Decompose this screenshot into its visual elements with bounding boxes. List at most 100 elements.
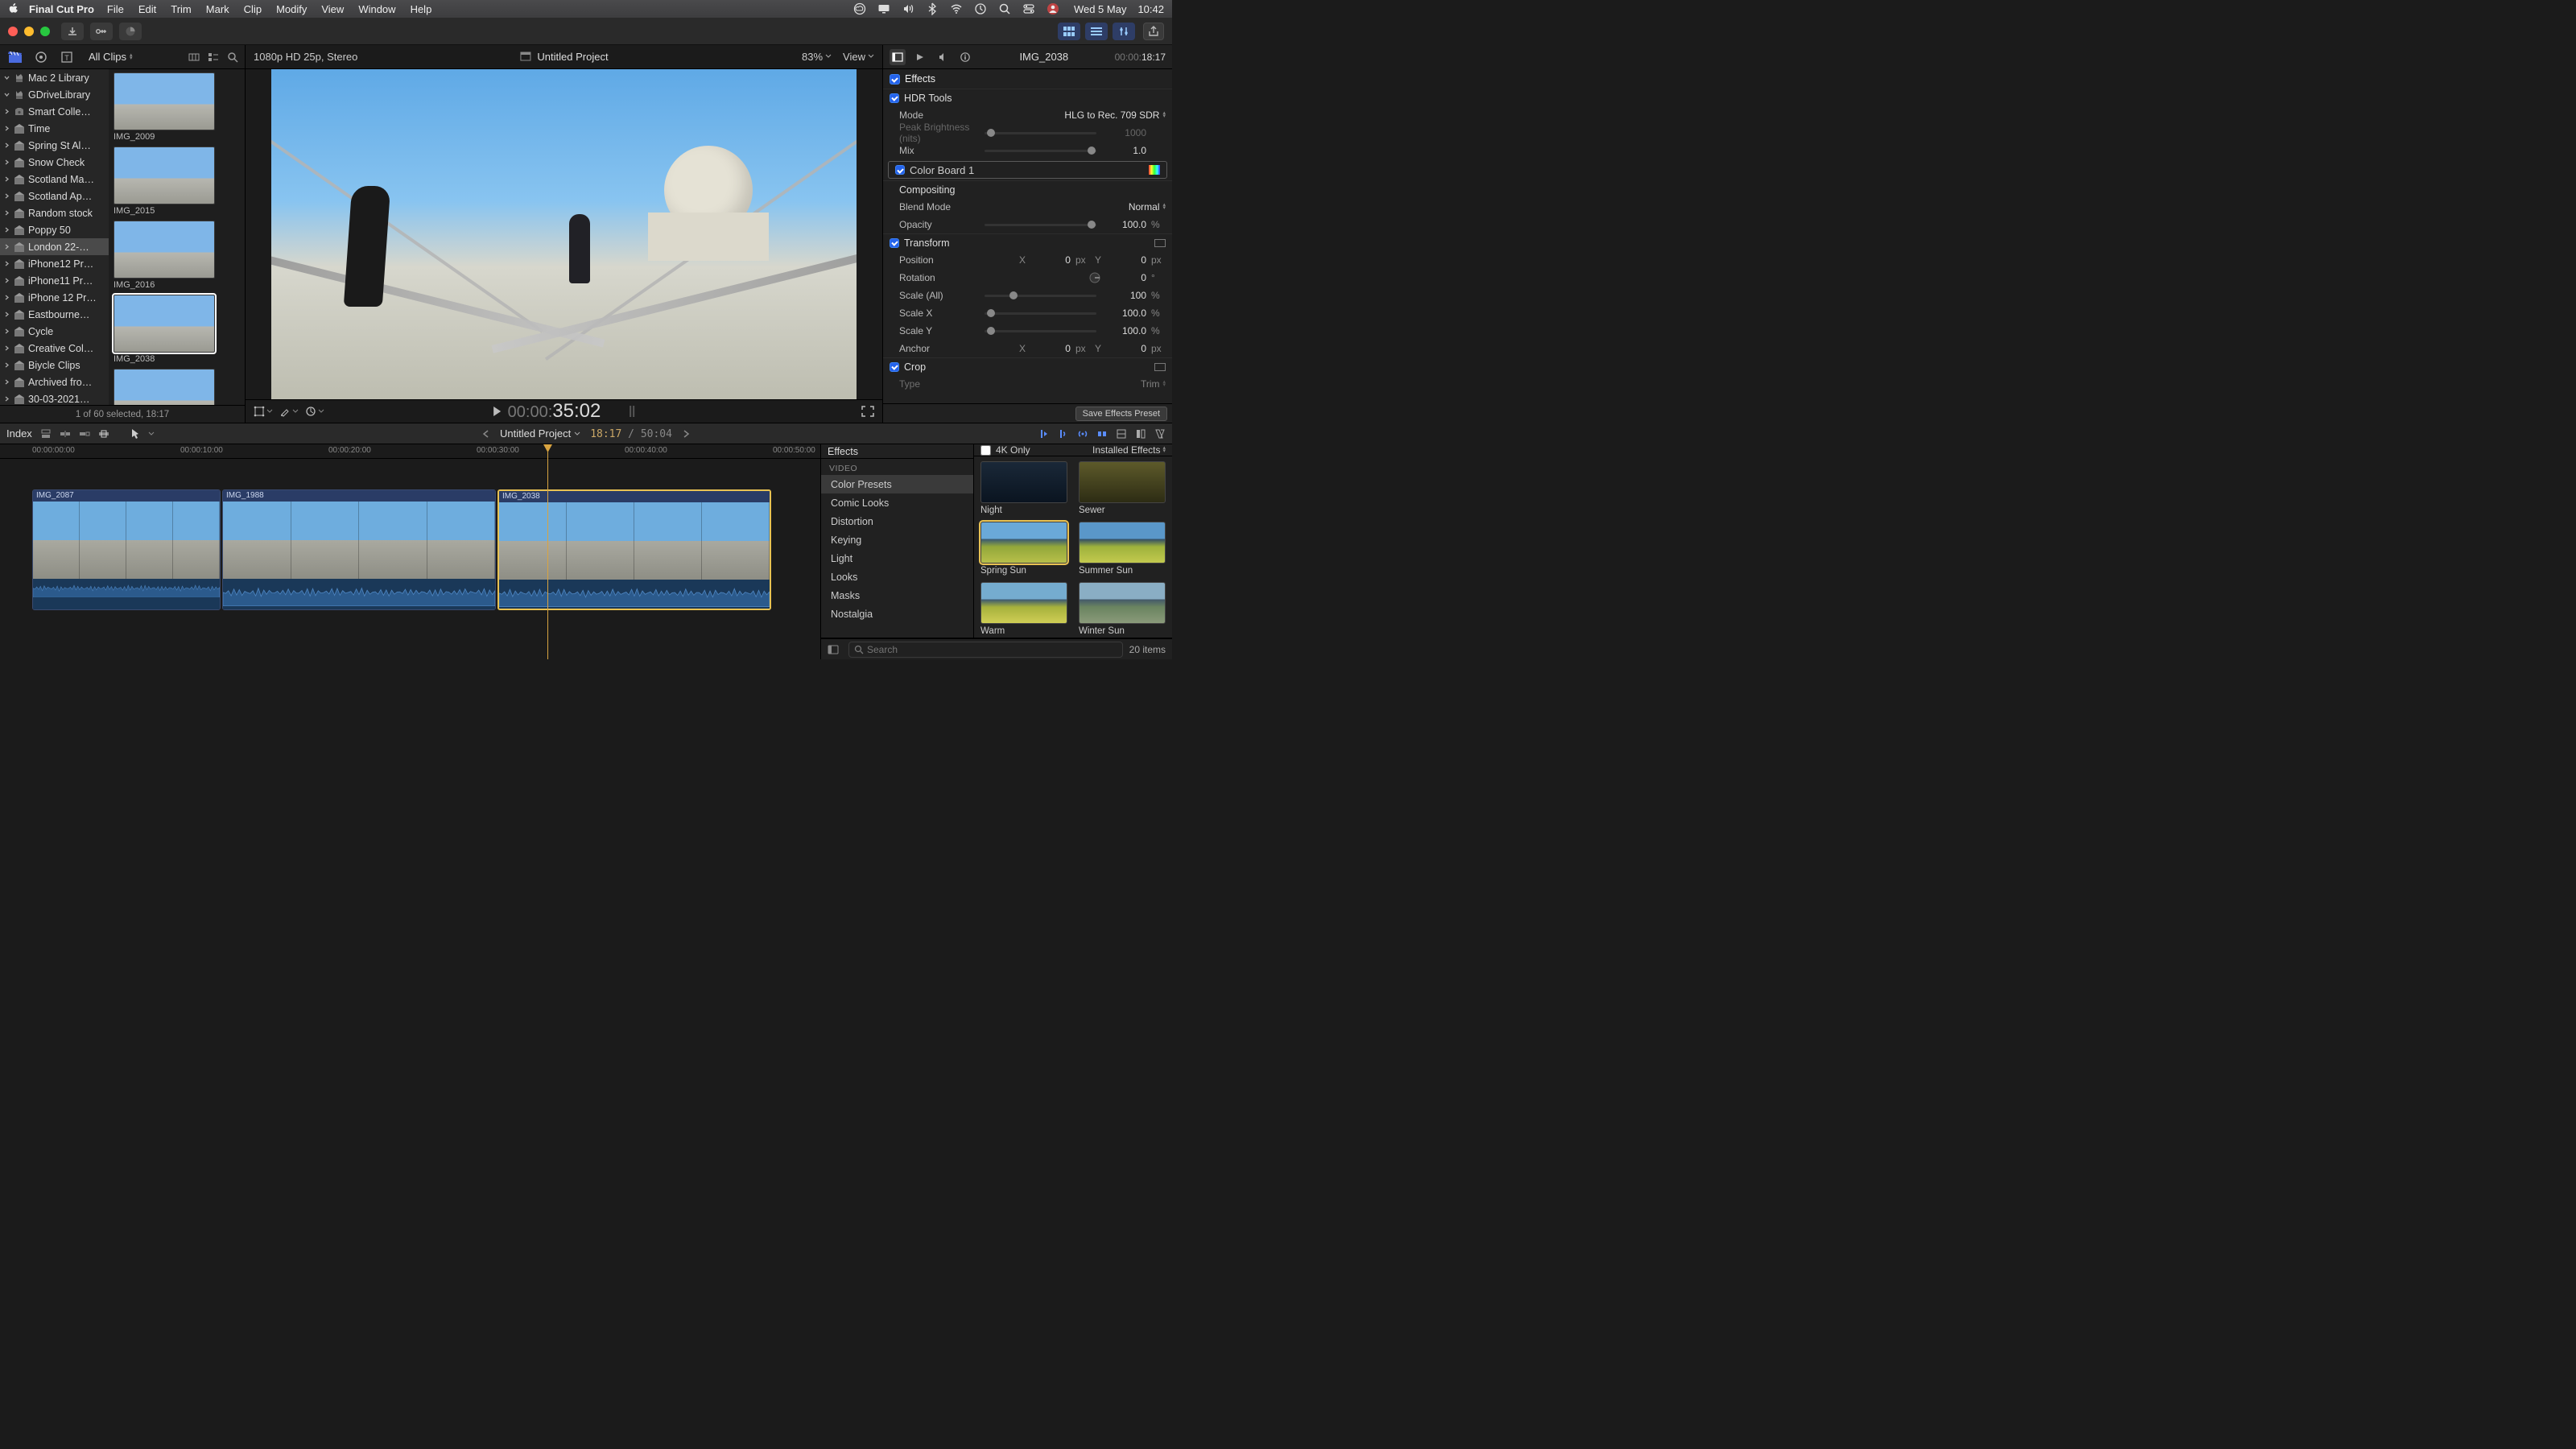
scaleall-slider[interactable]	[985, 295, 1096, 297]
filmstrip-view-icon[interactable]	[188, 52, 200, 63]
share-button[interactable]	[1143, 23, 1164, 40]
menu-view[interactable]: View	[321, 3, 344, 15]
blend-mode-select[interactable]: Normal▴▾	[980, 201, 1166, 213]
menu-clip[interactable]: Clip	[244, 3, 262, 15]
effect-preset[interactable]: Summer Sun	[1079, 522, 1166, 576]
mix-slider[interactable]	[985, 150, 1096, 152]
effects-categories[interactable]: Color PresetsComic LooksDistortionKeying…	[821, 475, 973, 623]
clip-thumbnail[interactable]	[114, 369, 240, 405]
close-window-button[interactable]	[8, 27, 18, 36]
app-name[interactable]: Final Cut Pro	[29, 3, 94, 15]
library-item[interactable]: Random stock	[0, 204, 109, 221]
library-item[interactable]: iPhone 12 Pr…	[0, 289, 109, 306]
timemachine-icon[interactable]	[974, 2, 987, 15]
timeline-clip[interactable]: IMG_2038	[497, 489, 771, 610]
display-icon[interactable]	[877, 2, 890, 15]
library-item[interactable]: Eastbourne…	[0, 306, 109, 323]
library-item[interactable]: Scotland Ma…	[0, 171, 109, 188]
bluetooth-icon[interactable]	[926, 2, 939, 15]
fullscreen-icon[interactable]	[861, 406, 874, 417]
effects-category[interactable]: Light	[821, 549, 973, 568]
rotation-field[interactable]: 0°	[980, 271, 1166, 284]
list-view-icon[interactable]	[208, 52, 219, 63]
clips-filter-dropdown[interactable]: All Clips▴▾	[89, 51, 132, 63]
position-field[interactable]: X0pxY0px	[980, 254, 1166, 266]
audio-skimming-icon[interactable]	[1058, 428, 1069, 440]
timeline-project-dropdown[interactable]: Untitled Project	[500, 427, 580, 440]
solo-icon[interactable]	[1077, 428, 1088, 440]
library-item[interactable]: Mac 2 Library	[0, 69, 109, 86]
menubar-date[interactable]: Wed 5 May	[1074, 3, 1127, 15]
library-item[interactable]: Archived fro…	[0, 374, 109, 390]
library-item[interactable]: iPhone12 Pr…	[0, 255, 109, 272]
timeline-clip[interactable]: IMG_1988	[222, 489, 496, 610]
lane-view-icon[interactable]	[1116, 428, 1127, 440]
control-center-icon[interactable]	[1022, 2, 1035, 15]
clip-thumbnail[interactable]: IMG_2015	[114, 147, 240, 216]
library-item[interactable]: Cycle	[0, 323, 109, 340]
effects-category[interactable]: Keying	[821, 530, 973, 549]
effects-grid[interactable]: NightSewerSpring SunSummer SunWarmWinter…	[974, 456, 1172, 638]
effects-search-input[interactable]	[867, 644, 1117, 655]
titles-icon[interactable]: T	[58, 48, 76, 66]
crop-show-button[interactable]	[1154, 363, 1166, 371]
library-item[interactable]: iPhone11 Pr…	[0, 272, 109, 289]
effect-preset[interactable]: Warm	[980, 582, 1067, 636]
menu-file[interactable]: File	[107, 3, 124, 15]
zoom-window-button[interactable]	[40, 27, 50, 36]
skimming-icon[interactable]	[1038, 428, 1050, 440]
play-icon[interactable]	[492, 406, 502, 417]
basic-inspector-tab[interactable]	[912, 49, 928, 65]
menu-mark[interactable]: Mark	[206, 3, 229, 15]
library-item[interactable]: Snow Check	[0, 154, 109, 171]
timeline-index-button[interactable]: Index	[6, 427, 32, 440]
import-button[interactable]	[61, 23, 84, 40]
menu-help[interactable]: Help	[411, 3, 432, 15]
menu-trim[interactable]: Trim	[171, 3, 192, 15]
user-icon[interactable]	[1046, 2, 1059, 15]
library-item[interactable]: Spring St Al…	[0, 137, 109, 154]
effects-category[interactable]: Comic Looks	[821, 493, 973, 512]
hdr-checkbox[interactable]	[890, 93, 899, 103]
library-item[interactable]: London 22-…	[0, 238, 109, 255]
insert-clip-icon[interactable]	[60, 428, 71, 440]
transitions-browser-icon[interactable]	[1154, 428, 1166, 440]
transform-checkbox[interactable]	[890, 238, 899, 248]
connect-clip-icon[interactable]	[40, 428, 52, 440]
effects-browser-icon[interactable]	[1135, 428, 1146, 440]
effects-category[interactable]: Color Presets	[821, 475, 973, 493]
viewer-canvas-area[interactable]	[246, 69, 882, 399]
menubar-time[interactable]: 10:42	[1137, 3, 1164, 15]
menu-edit[interactable]: Edit	[138, 3, 156, 15]
library-item[interactable]: GDriveLibrary	[0, 86, 109, 103]
anchor-field[interactable]: X0pxY0px	[980, 343, 1166, 354]
effects-category[interactable]: Distortion	[821, 512, 973, 530]
effect-preset[interactable]: Sewer	[1079, 461, 1166, 515]
hdr-mode-select[interactable]: HLG to Rec. 709 SDR▴▾	[980, 109, 1166, 121]
effects-category[interactable]: Nostalgia	[821, 605, 973, 623]
4k-only-checkbox[interactable]	[980, 445, 991, 456]
timeline-ruler[interactable]: 00:00:00:0000:00:10:0000:00:20:0000:00:3…	[0, 444, 820, 459]
save-effects-preset-button[interactable]: Save Effects Preset	[1075, 407, 1167, 421]
library-item[interactable]: Smart Colle…	[0, 103, 109, 120]
colorboard-icon[interactable]	[1149, 165, 1160, 175]
opacity-slider[interactable]	[985, 224, 1096, 226]
clip-thumbnail[interactable]: IMG_2038	[114, 295, 240, 364]
info-inspector-tab[interactable]	[957, 49, 973, 65]
minimize-window-button[interactable]	[24, 27, 34, 36]
search-icon[interactable]	[227, 52, 238, 63]
show-inspector-button[interactable]	[1113, 23, 1135, 40]
retime-tool[interactable]	[305, 406, 324, 417]
timeline-clip[interactable]: IMG_2087	[32, 489, 221, 610]
transform-show-button[interactable]	[1154, 239, 1166, 247]
effect-preset[interactable]: Winter Sun	[1079, 582, 1166, 636]
transform-tool[interactable]	[254, 406, 273, 417]
timeline-back-icon[interactable]	[482, 430, 490, 438]
crop-checkbox[interactable]	[890, 362, 899, 372]
effects-checkbox[interactable]	[890, 74, 900, 85]
effects-search[interactable]	[848, 642, 1123, 658]
audio-inspector-tab[interactable]	[935, 49, 951, 65]
effects-preview-icon[interactable]	[828, 643, 842, 656]
bg-tasks-button[interactable]	[119, 23, 142, 40]
installed-effects-dropdown[interactable]: Installed Effects▴▾	[1092, 444, 1166, 456]
